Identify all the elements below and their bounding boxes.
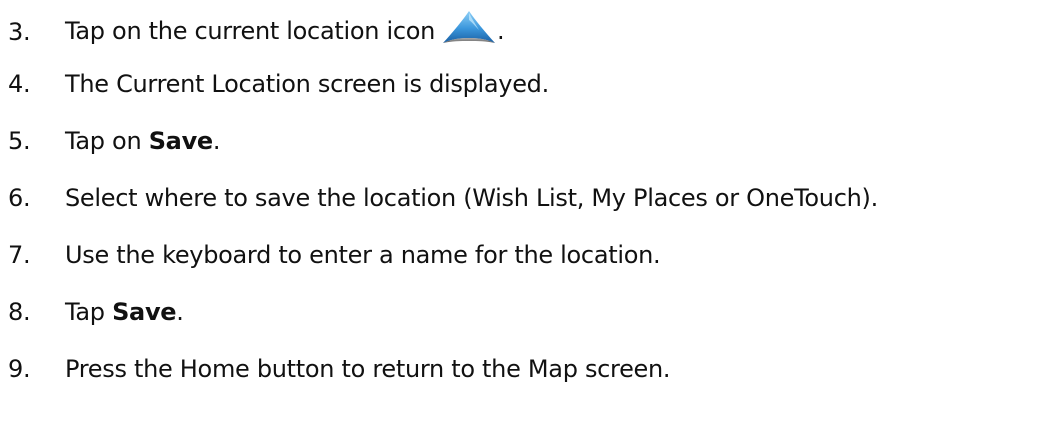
step-8: 8. Tap Save. (8, 292, 184, 332)
step-text: Tap on the current location icon . (65, 11, 505, 52)
step-number: 3. (8, 18, 31, 46)
step-text: Tap on Save. (65, 127, 221, 155)
step-number: 8. (8, 298, 31, 326)
step-number: 5. (8, 127, 31, 155)
step-text-before: Tap (65, 298, 113, 326)
step-text: Use the keyboard to enter a name for the… (65, 241, 661, 269)
current-location-arrow-icon (443, 11, 496, 43)
step-9: 9. Press the Home button to return to th… (8, 349, 671, 389)
step-text: Press the Home button to return to the M… (65, 355, 671, 383)
save-label: Save (112, 298, 177, 326)
step-number: 7. (8, 241, 31, 269)
step-text-before: Tap on the current location icon (65, 17, 436, 45)
step-number: 6. (8, 184, 31, 212)
step-text: The Current Location screen is displayed… (65, 70, 549, 98)
step-text-after: . (176, 298, 184, 326)
step-3: 3. Tap on the current location icon . (8, 11, 505, 52)
step-number: 9. (8, 355, 31, 383)
step-text-before: Tap on (65, 127, 149, 155)
step-number: 4. (8, 70, 31, 98)
step-5: 5. Tap on Save. (8, 121, 221, 161)
step-text-after: . (212, 127, 221, 155)
step-4: 4. The Current Location screen is displa… (8, 64, 549, 104)
step-text: Tap Save. (65, 300, 184, 324)
step-text-after: . (497, 17, 505, 45)
step-text: Select where to save the location (Wish … (65, 184, 878, 212)
step-7: 7. Use the keyboard to enter a name for … (8, 235, 661, 275)
step-6: 6. Select where to save the location (Wi… (8, 178, 878, 218)
save-label: Save (148, 127, 214, 155)
